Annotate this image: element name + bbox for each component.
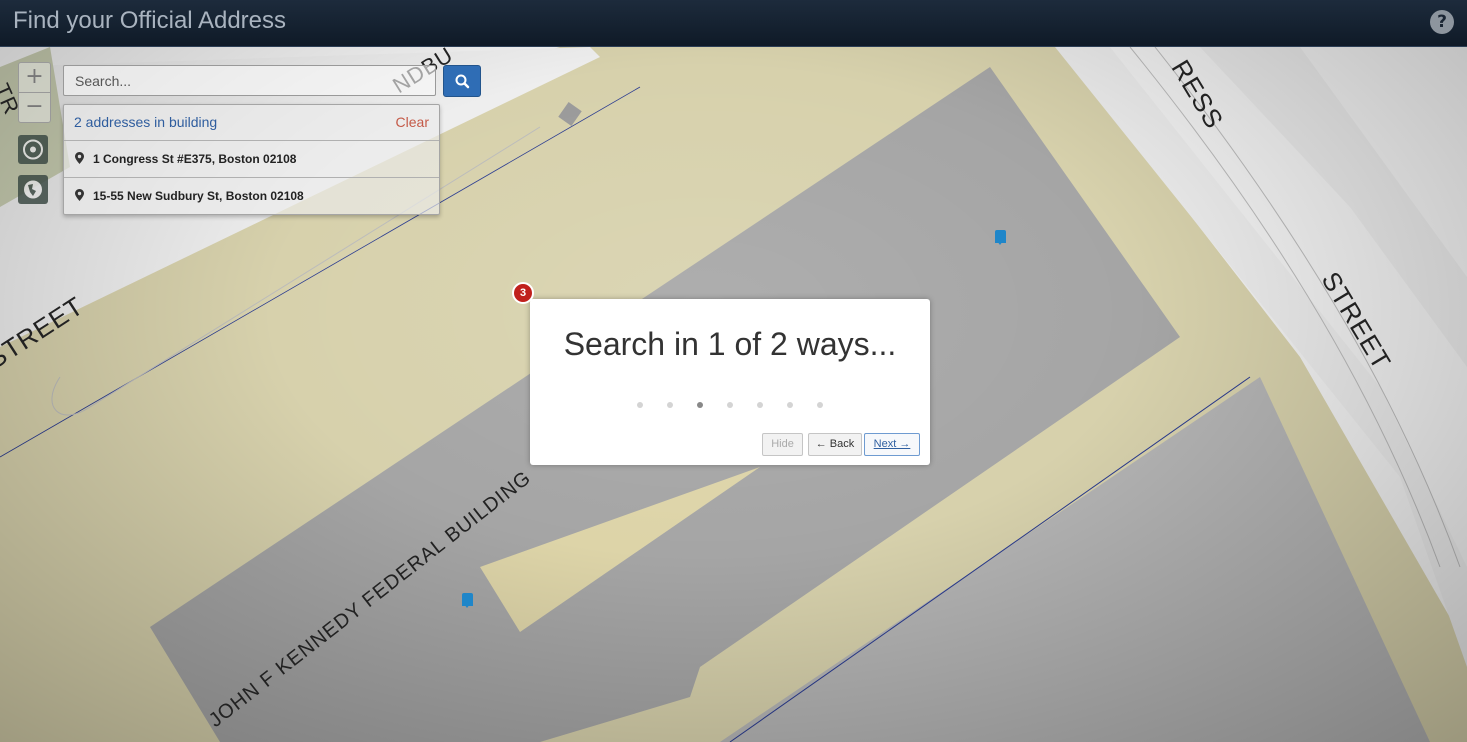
locate-button[interactable]: [18, 135, 48, 164]
tour-step-dot[interactable]: [817, 402, 823, 408]
tour-popover: Search in 1 of 2 ways... Hide ← Back Nex…: [530, 299, 930, 465]
clear-button[interactable]: Clear: [396, 114, 429, 130]
basemap-button[interactable]: [18, 175, 48, 204]
tour-step-dot[interactable]: [727, 402, 733, 408]
crosshair-icon: [23, 139, 43, 160]
zoom-in-button[interactable]: +: [19, 63, 50, 92]
tour-title: Search in 1 of 2 ways...: [563, 326, 897, 362]
tour-step-badge: 3: [512, 282, 534, 304]
map-marker-icon: [75, 152, 84, 164]
map-marker-icon: [75, 189, 84, 201]
result-item[interactable]: 15-55 New Sudbury St, Boston 02108: [64, 178, 439, 214]
map-marker[interactable]: [995, 230, 1006, 245]
zoom-control: + −: [18, 62, 51, 123]
tour-step-dot[interactable]: [757, 402, 763, 408]
app-header: Find your Official Address ?: [0, 0, 1467, 47]
result-address: 15-55 New Sudbury St, Boston 02108: [93, 189, 304, 203]
tour-step-dot[interactable]: [637, 402, 643, 408]
search-icon: [455, 74, 470, 89]
tour-hide-button[interactable]: Hide: [762, 433, 803, 456]
tour-step-dot-active[interactable]: [697, 402, 703, 408]
search-input[interactable]: [63, 65, 436, 96]
search-results-panel: 2 addresses in building Clear 1 Congress…: [63, 104, 440, 215]
map-marker[interactable]: [462, 593, 473, 608]
zoom-out-button[interactable]: −: [19, 92, 50, 122]
results-count: 2 addresses in building: [74, 114, 218, 130]
tour-next-button[interactable]: Next →: [864, 433, 920, 456]
help-icon[interactable]: ?: [1430, 10, 1454, 34]
app-title: Find your Official Address: [13, 7, 287, 34]
search-button[interactable]: [443, 65, 481, 97]
results-header: 2 addresses in building Clear: [64, 105, 439, 141]
globe-icon: [24, 180, 42, 199]
tour-step-dot[interactable]: [667, 402, 673, 408]
tour-back-button[interactable]: ← Back: [808, 433, 862, 456]
result-item[interactable]: 1 Congress St #E375, Boston 02108: [64, 141, 439, 178]
result-address: 1 Congress St #E375, Boston 02108: [93, 152, 297, 166]
tour-step-dot[interactable]: [787, 402, 793, 408]
